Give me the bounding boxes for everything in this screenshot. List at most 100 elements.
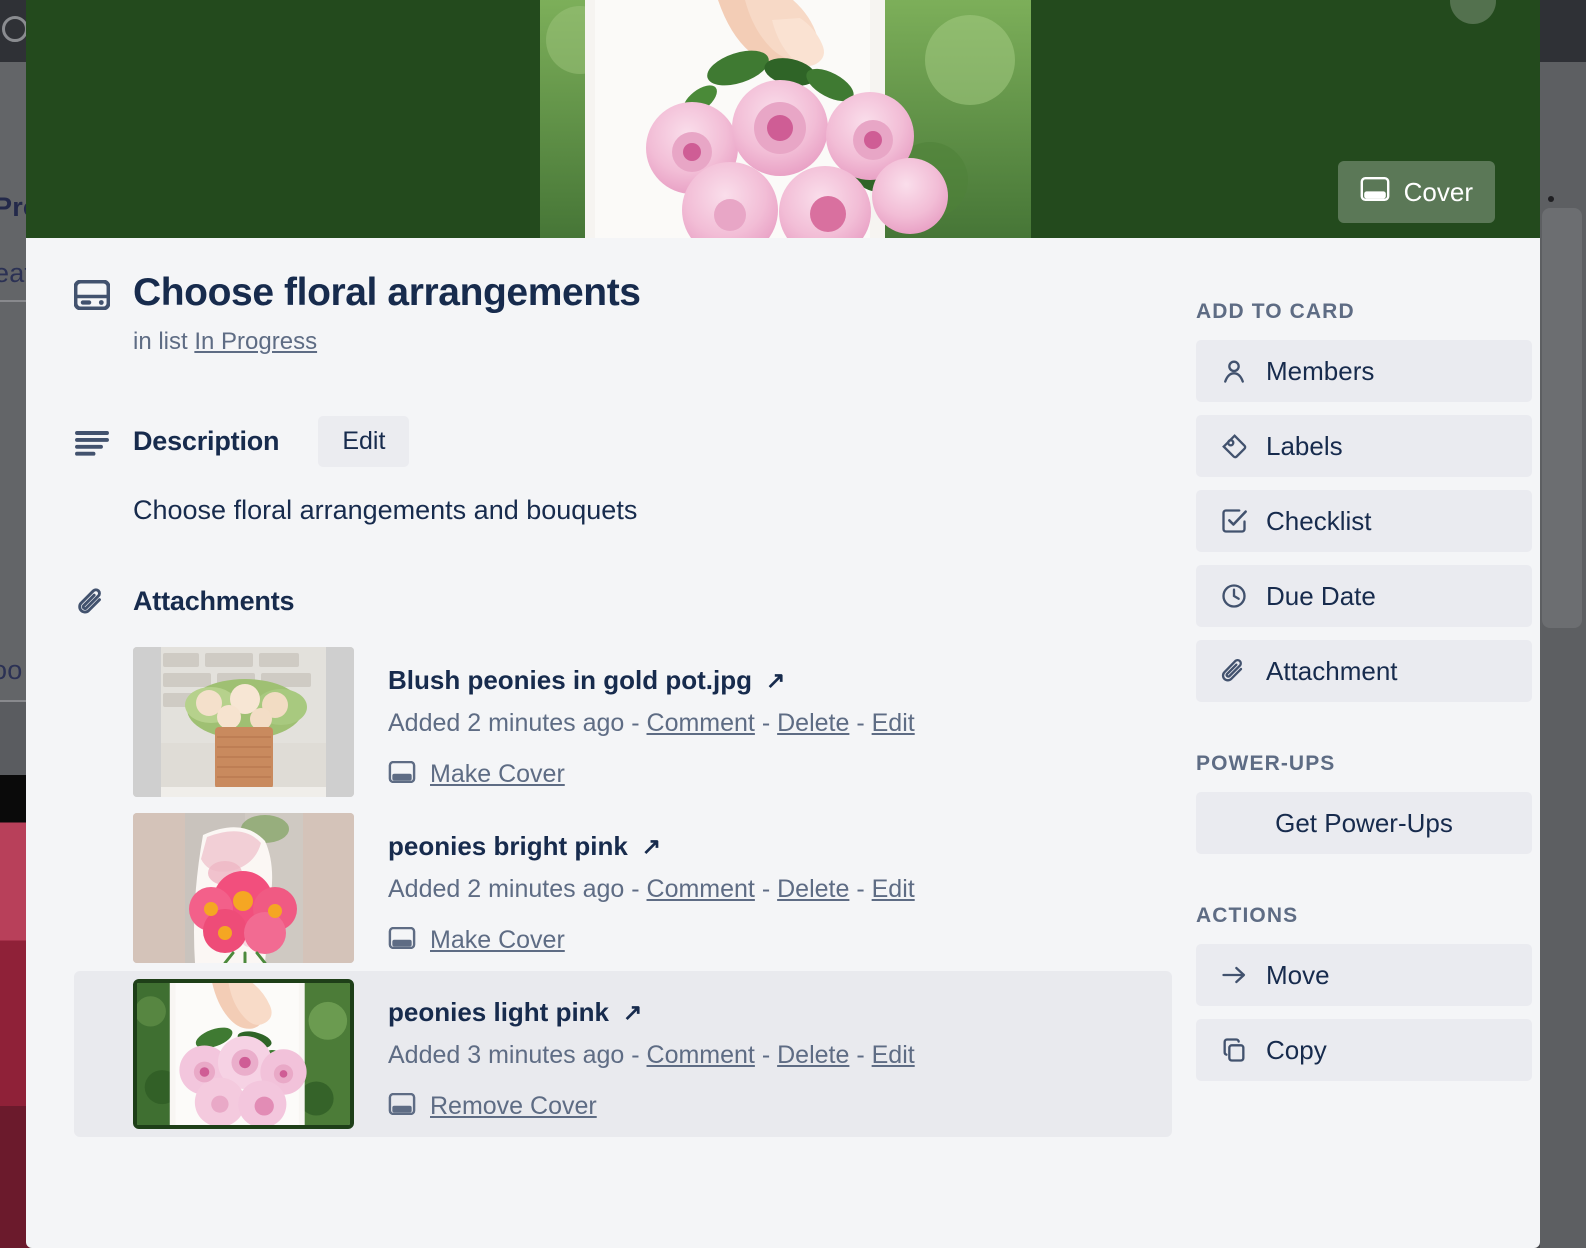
clock-icon <box>1220 582 1248 610</box>
attachment-edit-link[interactable]: Edit <box>872 709 915 737</box>
description-icon <box>74 427 110 457</box>
cover-icon <box>388 760 416 788</box>
sidebar-item-label: Checklist <box>1266 505 1372 536</box>
actions-heading: ACTIONS <box>1196 904 1299 927</box>
sidebar-item-move[interactable]: Move <box>1196 944 1532 1006</box>
cover-icon <box>388 926 416 954</box>
card-main-column: Choose floral arrangements in list In Pr… <box>73 271 1196 1138</box>
sidebar-item-copy[interactable]: Copy <box>1196 1019 1532 1081</box>
board-right-card <box>1542 208 1582 628</box>
page-title: Choose floral arrangements <box>133 271 641 314</box>
attachment-row[interactable]: peonies bright pink ↗ Added 2 minutes ag… <box>74 805 1172 971</box>
attachments-section: Attachments Blush peonies in gold pot.jp… <box>74 586 1196 1138</box>
attachment-name[interactable]: Blush peonies in gold pot.jpg ↗ <box>388 665 915 696</box>
card-list-location: in list In Progress <box>133 328 1196 356</box>
description-text: Choose floral arrangements and bouquets <box>133 495 638 526</box>
attachment-added: Added 2 minutes ago <box>388 709 625 738</box>
card-title-row: Choose floral arrangements <box>73 271 1196 314</box>
attachment-list: Blush peonies in gold pot.jpg ↗ Added 2 … <box>74 639 1196 1138</box>
list-name-link[interactable]: In Progress <box>194 328 317 355</box>
attachment-meta: Added 3 minutes ago - Comment - Delete -… <box>388 1041 915 1070</box>
cover-button[interactable]: Cover <box>1337 161 1495 223</box>
attachment-meta: Added 2 minutes ago - Comment - Delete -… <box>388 875 915 904</box>
label-icon <box>1220 432 1248 460</box>
sidebar-item-members[interactable]: Members <box>1196 340 1532 402</box>
attachment-thumbnail[interactable] <box>133 979 354 1130</box>
description-section: Description Edit Choose floral arrangeme… <box>74 416 1196 526</box>
attachment-added: Added 2 minutes ago <box>388 875 625 904</box>
attachment-edit-link[interactable]: Edit <box>872 875 915 903</box>
board-right-dot <box>1548 196 1554 202</box>
attachment-name-text: Blush peonies in gold pot.jpg <box>388 665 752 696</box>
attachment-edit-link[interactable]: Edit <box>872 1041 915 1069</box>
sidebar-item-due-date[interactable]: Due Date <box>1196 565 1532 627</box>
attachment-comment-link[interactable]: Comment <box>647 875 755 903</box>
attachments-heading: Attachments <box>133 586 295 617</box>
attachment-thumbnail[interactable] <box>133 647 354 798</box>
external-link-icon[interactable]: ↗ <box>623 1001 642 1024</box>
attachment-info: peonies bright pink ↗ Added 2 minutes ag… <box>388 813 915 963</box>
meta-separator: - <box>761 1041 771 1070</box>
attachment-name-text: peonies bright pink <box>388 831 628 862</box>
card-sidebar: ADD TO CARD Members Labels Checklist Due… <box>1196 272 1532 1137</box>
sidebar-item-label: Due Date <box>1266 580 1376 611</box>
attachment-meta: Added 2 minutes ago - Comment - Delete -… <box>388 709 915 738</box>
get-power-ups-button[interactable]: Get Power-Ups <box>1196 792 1532 854</box>
cover-photo <box>540 0 1031 238</box>
attachment-delete-link[interactable]: Delete <box>777 875 849 903</box>
meta-separator: - <box>761 709 771 738</box>
arrow-right-icon <box>1220 961 1248 989</box>
make-cover-label[interactable]: Make Cover <box>430 926 565 955</box>
in-list-prefix: in list <box>133 328 188 356</box>
cover-icon <box>388 1092 416 1120</box>
sidebar-item-label: Members <box>1266 355 1375 386</box>
attachment-thumbnail[interactable] <box>133 813 354 964</box>
attachment-added: Added 3 minutes ago <box>388 1041 625 1070</box>
card-icon <box>73 279 111 311</box>
meta-separator: - <box>631 875 640 904</box>
attachment-cover-toggle[interactable]: Make Cover <box>388 926 915 955</box>
attachment-comment-link[interactable]: Comment <box>647 1041 755 1069</box>
sidebar-item-label: Copy <box>1266 1034 1327 1065</box>
attachment-name-text: peonies light pink <box>388 997 610 1028</box>
member-icon <box>1220 357 1248 385</box>
add-to-card-heading: ADD TO CARD <box>1196 300 1355 323</box>
cover-icon <box>1360 176 1390 208</box>
checklist-icon <box>1220 507 1248 535</box>
cover-button-label: Cover <box>1403 176 1473 207</box>
attachment-cover-toggle[interactable]: Remove Cover <box>388 1092 915 1121</box>
meta-separator: - <box>856 709 865 738</box>
card-body: Choose floral arrangements in list In Pr… <box>26 238 1540 1138</box>
description-header: Description Edit <box>74 416 1196 468</box>
attachment-name[interactable]: peonies light pink ↗ <box>388 997 915 1028</box>
make-cover-label[interactable]: Make Cover <box>430 760 565 789</box>
sidebar-item-label: Move <box>1266 959 1330 990</box>
close-icon[interactable] <box>1450 0 1496 24</box>
description-heading: Description <box>133 426 280 457</box>
sidebar-item-label: Attachment <box>1266 655 1398 686</box>
meta-separator: - <box>631 709 640 738</box>
meta-separator: - <box>856 1041 865 1070</box>
board-text-fragment-3: oo <box>0 655 23 685</box>
attachment-name[interactable]: peonies bright pink ↗ <box>388 831 915 862</box>
attachment-info: peonies light pink ↗ Added 3 minutes ago… <box>388 979 915 1129</box>
attachment-delete-link[interactable]: Delete <box>777 1041 849 1069</box>
attachment-cover-toggle[interactable]: Make Cover <box>388 760 915 789</box>
sidebar-item-attachment[interactable]: Attachment <box>1196 640 1532 702</box>
attachment-comment-link[interactable]: Comment <box>647 709 755 737</box>
attachment-delete-link[interactable]: Delete <box>777 709 849 737</box>
attachment-info: Blush peonies in gold pot.jpg ↗ Added 2 … <box>388 647 915 797</box>
edit-description-button[interactable]: Edit <box>318 416 410 468</box>
copy-icon <box>1220 1036 1248 1064</box>
attachment-row[interactable]: peonies light pink ↗ Added 3 minutes ago… <box>74 971 1172 1138</box>
sidebar-item-labels[interactable]: Labels <box>1196 415 1532 477</box>
search-icon[interactable] <box>2 16 28 42</box>
external-link-icon[interactable]: ↗ <box>642 835 661 858</box>
power-ups-heading: POWER-UPS <box>1196 752 1336 775</box>
card-cover: Cover <box>26 0 1540 238</box>
external-link-icon[interactable]: ↗ <box>766 669 785 692</box>
attachment-row[interactable]: Blush peonies in gold pot.jpg ↗ Added 2 … <box>74 639 1172 805</box>
sidebar-item-checklist[interactable]: Checklist <box>1196 490 1532 552</box>
remove-cover-label[interactable]: Remove Cover <box>430 1092 597 1121</box>
